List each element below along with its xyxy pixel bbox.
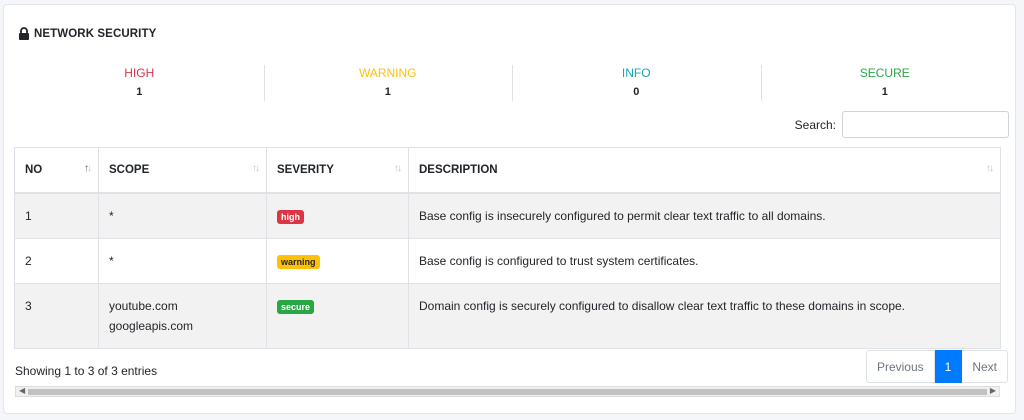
search-label: Search: (794, 117, 836, 132)
cell-no: 2 (14, 237, 99, 284)
horizontal-scrollbar[interactable]: ◀ ▶ (15, 386, 1000, 397)
sort-icon: ↑↓ (252, 163, 260, 174)
search-box: Search: (795, 111, 1009, 138)
sort-icon: ↑↓ (394, 163, 402, 174)
lock-icon (19, 27, 29, 40)
cell-scope: youtube.com googleapis.com (98, 282, 267, 349)
column-header-no[interactable]: NO ↑↓ (14, 147, 99, 194)
table-row: 3 youtube.com googleapis.com secure Doma… (14, 282, 1001, 349)
cell-severity: warning (266, 237, 409, 284)
stat-info: INFO 0 (512, 62, 761, 104)
scope-item: googleapis.com (109, 318, 194, 333)
stat-count: 1 (136, 86, 143, 98)
stat-secure: SECURE 1 (760, 62, 1010, 104)
table-info: Showing 1 to 3 of 3 entries (15, 364, 158, 378)
cell-no: 3 (14, 282, 99, 349)
stat-label: WARNING (358, 66, 417, 80)
next-button[interactable]: Next (962, 350, 1008, 383)
column-header-description[interactable]: DESCRIPTION ↑↓ (408, 147, 1001, 194)
scope-item: youtube.com (109, 298, 178, 313)
cell-scope: * (98, 192, 267, 239)
cell-description: Base config is configured to trust syste… (408, 237, 1001, 284)
stat-label: HIGH (124, 66, 155, 80)
sort-icon: ↑↓ (986, 163, 994, 174)
stat-count: 0 (633, 86, 640, 98)
cell-severity: secure (266, 282, 409, 349)
card-title: NETWORK SECURITY (18, 27, 156, 40)
security-table: NO ↑↓ SCOPE ↑↓ SEVERITY ↑↓ DESCRIPTION ↑↓ 1 … (14, 147, 1001, 349)
severity-summary: HIGH 1 WARNING 1 INFO 0 SECURE 1 (15, 62, 1009, 104)
severity-badge: warning (277, 254, 320, 269)
pagination: Previous 1 Next (865, 350, 1008, 383)
stat-count: 1 (881, 86, 888, 98)
severity-badge: secure (277, 299, 315, 314)
cell-scope: * (98, 237, 267, 284)
section-title: NETWORK SECURITY (34, 27, 157, 40)
scope-item: * (109, 208, 114, 223)
column-header-severity[interactable]: SEVERITY ↑↓ (266, 147, 409, 194)
stat-count: 1 (384, 86, 391, 98)
scroll-right-icon[interactable]: ▶ (990, 386, 996, 395)
cell-description: Domain config is securely configured to … (408, 282, 1001, 349)
search-input[interactable] (842, 111, 1009, 138)
table-row: 1 * high Base config is insecurely confi… (14, 192, 1001, 239)
scrollbar-thumb[interactable] (28, 389, 987, 395)
sort-ascending-icon: ↑↓ (84, 163, 92, 174)
scroll-left-icon[interactable]: ◀ (19, 386, 25, 395)
stat-warning: WARNING 1 (263, 62, 513, 104)
table-row: 2 * warning Base config is configured to… (14, 237, 1001, 284)
stat-label: SECURE (859, 66, 910, 80)
cell-description: Base config is insecurely configured to … (408, 192, 1001, 239)
cell-no: 1 (14, 192, 99, 239)
column-header-scope[interactable]: SCOPE ↑↓ (98, 147, 267, 194)
stat-label: INFO (621, 66, 651, 80)
stat-high: HIGH 1 (15, 62, 264, 104)
cell-severity: high (266, 192, 409, 239)
previous-button[interactable]: Previous (865, 350, 935, 383)
scope-item: * (109, 253, 114, 268)
severity-badge: high (277, 209, 304, 224)
page-button-1[interactable]: 1 (934, 350, 963, 383)
